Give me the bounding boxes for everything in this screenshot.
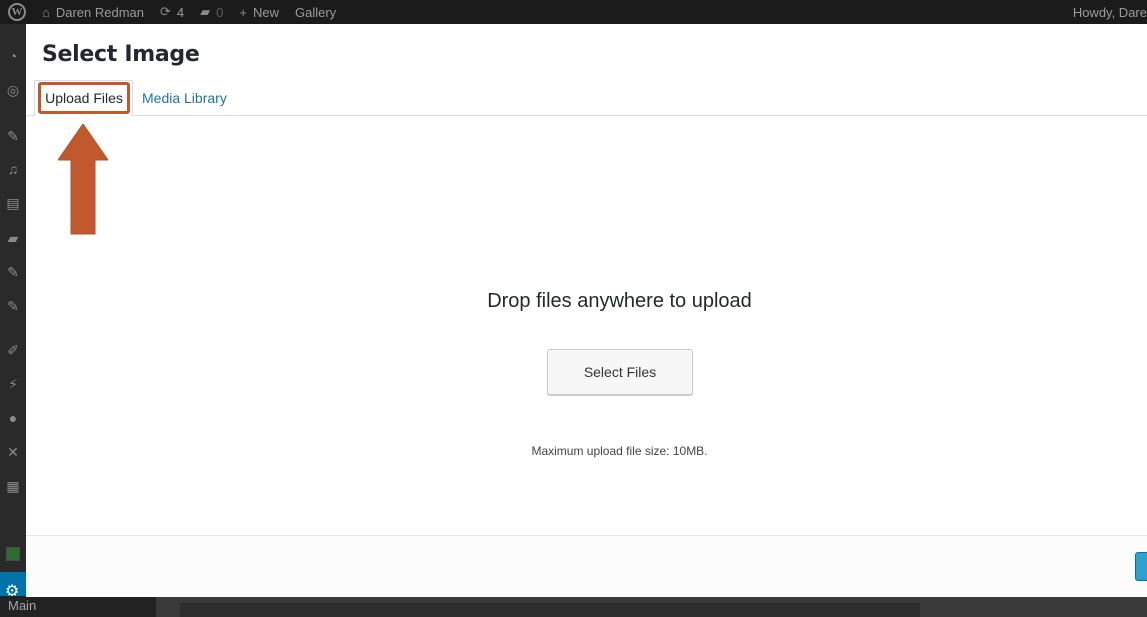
wordpress-logo-icon: W	[8, 3, 26, 21]
pages-icon[interactable]: ▤	[5, 195, 21, 211]
updates-icon: ⟳	[160, 4, 171, 19]
modal-footer	[26, 536, 1147, 597]
tools-icon[interactable]: ✕	[5, 444, 21, 460]
modal-title: Select Image	[42, 42, 200, 67]
new-content-link[interactable]: + New	[231, 0, 287, 24]
select-files-button[interactable]: Select Files	[547, 349, 693, 395]
new-label: New	[252, 4, 279, 20]
jetpack-icon[interactable]: ◎	[5, 82, 21, 98]
updates-count: 4	[176, 4, 185, 20]
comment-icon: ▰	[200, 4, 211, 19]
pin-icon-2[interactable]: ✎	[5, 298, 21, 314]
drop-files-instruction: Drop files anywhere to upload	[487, 290, 752, 312]
up-arrow-annotation	[58, 124, 108, 235]
modal-tabs: Upload Files Media Library	[26, 80, 1147, 116]
tab-upload-files-label: Upload Files	[38, 82, 130, 114]
tab-media-library[interactable]: Media Library	[142, 90, 227, 106]
dashboard-icon[interactable]: ◔	[5, 48, 21, 64]
howdy-text: Howdy, Dare	[1072, 4, 1147, 20]
gallery-label: Gallery	[295, 4, 337, 20]
select-image-button[interactable]	[1135, 552, 1147, 581]
updates-link[interactable]: ⟳ 4	[152, 0, 192, 24]
main-menu-label[interactable]: Main	[0, 596, 156, 617]
home-icon: ⌂	[42, 4, 50, 20]
admin-sidebar: ◔ ◎ ✎ ♫ ▤ ▰ ✎ ✎ ✐ ⚡ ● ✕ ▦ ⚙	[0, 24, 26, 617]
gallery-link[interactable]: Gallery	[287, 0, 344, 24]
comments-menu-icon[interactable]: ▰	[5, 230, 21, 246]
howdy-account-menu[interactable]: Howdy, Dare	[1065, 0, 1147, 24]
plugins-icon[interactable]: ⚡	[5, 376, 21, 392]
comments-link[interactable]: ▰ 0	[192, 0, 231, 24]
select-image-modal: Select Image Upload Files Media Library …	[26, 24, 1147, 597]
media-icon[interactable]: ♫	[5, 161, 21, 177]
comments-count: 0	[216, 4, 224, 20]
site-name-link[interactable]: ⌂ Daren Redman	[34, 0, 152, 24]
max-upload-size: Maximum upload file size: 10MB.	[531, 444, 708, 458]
site-name: Daren Redman	[55, 4, 145, 20]
tab-upload-files[interactable]: Upload Files	[34, 80, 133, 116]
plus-icon: +	[239, 4, 247, 20]
appearance-icon[interactable]: ✐	[5, 342, 21, 358]
wordpress-menu[interactable]: W	[0, 0, 34, 24]
users-icon[interactable]: ●	[5, 410, 21, 426]
admin-bar: W ⌂ Daren Redman ⟳ 4 ▰ 0 + New Gallery H…	[0, 0, 1147, 24]
settings-grid-icon[interactable]: ▦	[5, 478, 21, 494]
posts-pin-icon[interactable]: ✎	[5, 128, 21, 144]
pin-icon[interactable]: ✎	[5, 264, 21, 280]
plugin-square-icon[interactable]	[6, 547, 20, 561]
background-page-inner	[180, 603, 920, 617]
